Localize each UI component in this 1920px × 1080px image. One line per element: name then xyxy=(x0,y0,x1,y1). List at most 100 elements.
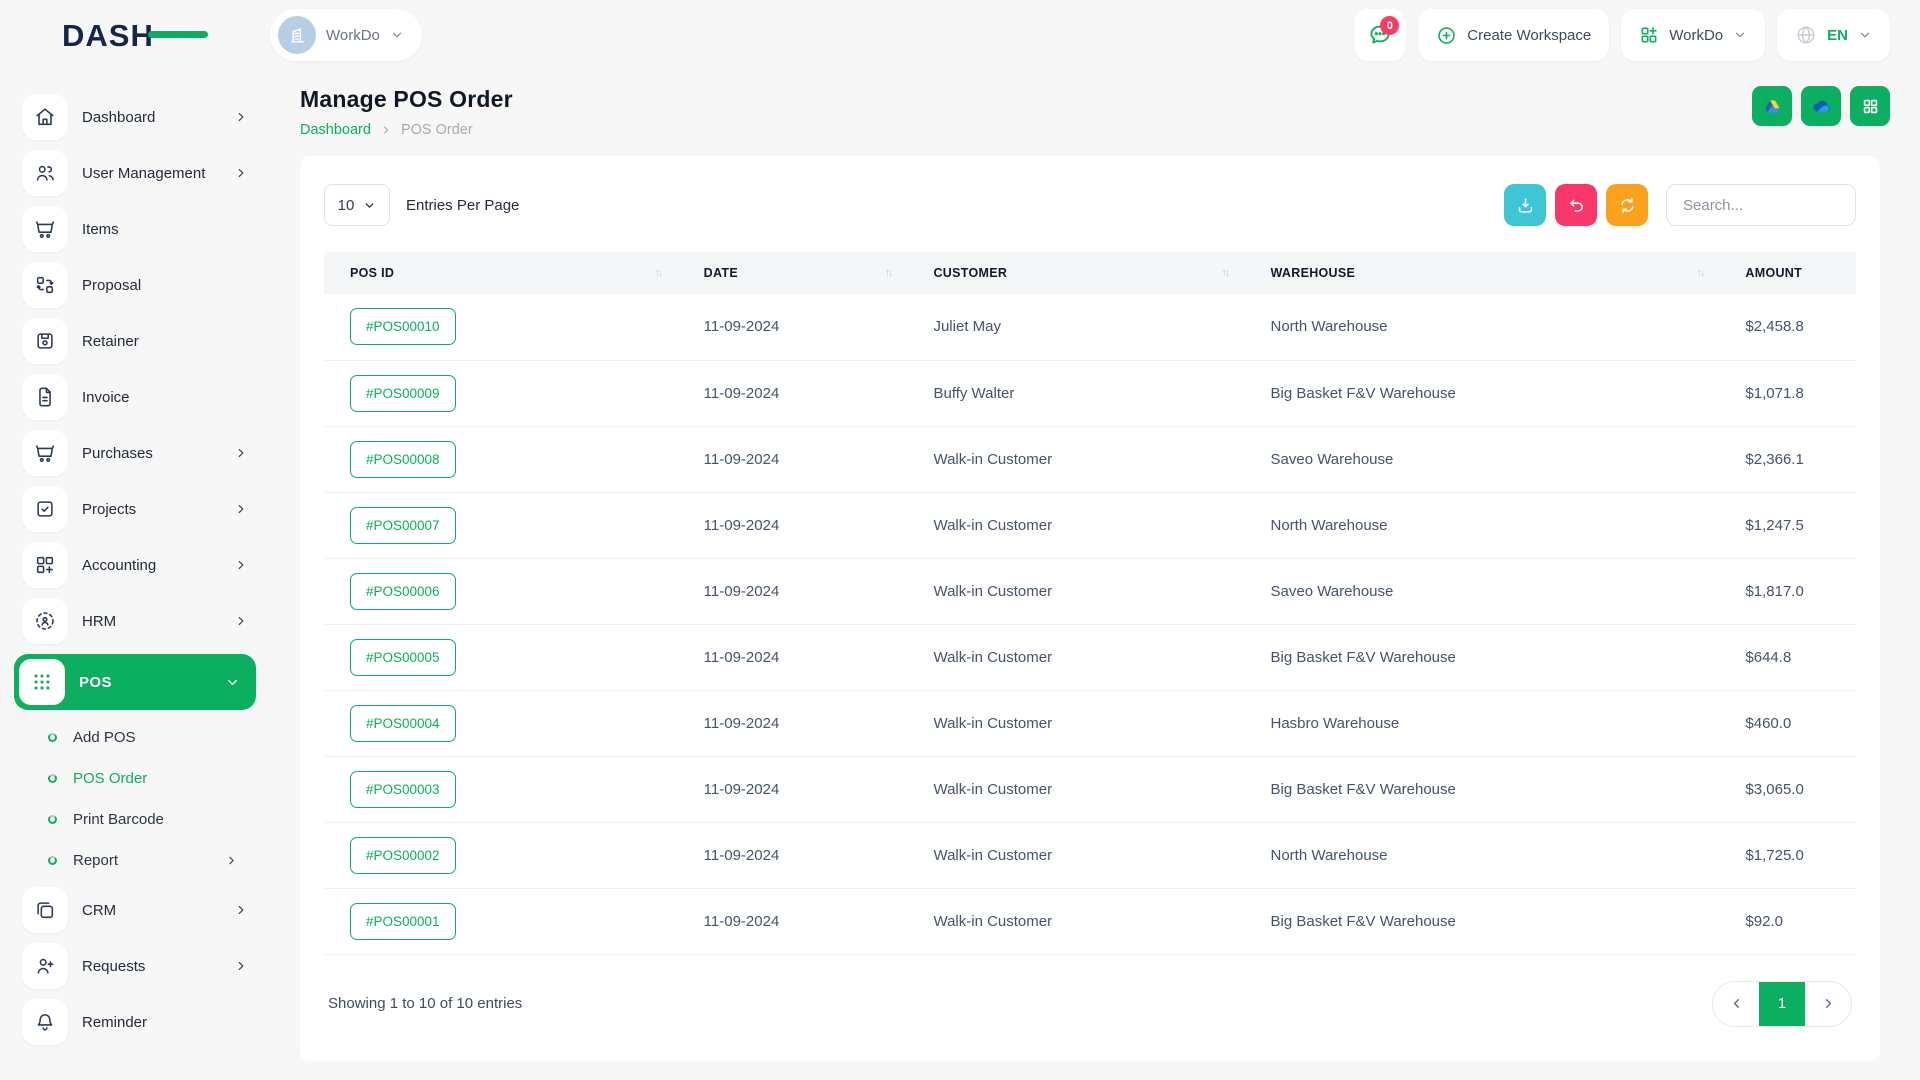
sidebar-item-purchases[interactable]: Purchases xyxy=(22,430,248,476)
pos-id-badge[interactable]: #POS00002 xyxy=(350,837,456,874)
brand-logo-text: DASH xyxy=(62,20,154,51)
google-drive-button[interactable] xyxy=(1752,86,1792,126)
cell-date: 11-09-2024 xyxy=(692,294,922,360)
plus-circle-icon xyxy=(1436,25,1457,46)
pos-id-badge[interactable]: #POS00003 xyxy=(350,771,456,808)
cell-date: 11-09-2024 xyxy=(692,822,922,888)
refresh-icon xyxy=(1618,196,1637,215)
chevron-left-icon xyxy=(1729,996,1744,1011)
undo-icon xyxy=(1567,196,1586,215)
sidebar-item-invoice[interactable]: Invoice xyxy=(22,374,248,420)
sidebar-item-items[interactable]: Items xyxy=(22,206,248,252)
sidebar-item-pos[interactable]: POS xyxy=(14,654,256,710)
pos-id-badge[interactable]: #POS00006 xyxy=(350,573,456,610)
sidebar-item-reminder[interactable]: Reminder xyxy=(22,999,248,1045)
pos-id-badge[interactable]: #POS00005 xyxy=(350,639,456,676)
download-icon xyxy=(1516,196,1535,215)
breadcrumb: Dashboard POS Order xyxy=(300,122,513,138)
sidebar-item-accounting[interactable]: Accounting xyxy=(22,542,248,588)
table-row: #POS00003 11-09-2024 Walk-in Customer Bi… xyxy=(324,756,1856,822)
pagination-next-button[interactable] xyxy=(1805,982,1851,1026)
pagination-prev-button[interactable] xyxy=(1713,982,1759,1026)
cell-customer: Walk-in Customer xyxy=(921,756,1258,822)
check-square-icon xyxy=(22,486,68,532)
showing-entries-text: Showing 1 to 10 of 10 entries xyxy=(328,995,522,1012)
pos-id-badge[interactable]: #POS00009 xyxy=(350,375,456,412)
entries-per-page-label: Entries Per Page xyxy=(406,197,519,214)
sort-icon[interactable]: ↑↓ xyxy=(1696,267,1721,279)
cell-date: 11-09-2024 xyxy=(692,492,922,558)
header-date[interactable]: DATE↑↓ xyxy=(692,252,922,294)
pos-order-card: 10 Entries Per Page xyxy=(300,156,1880,1061)
reset-undo-button[interactable] xyxy=(1555,184,1597,226)
refresh-button[interactable] xyxy=(1606,184,1648,226)
sidebar-item-retainer[interactable]: Retainer xyxy=(22,318,248,364)
sort-icon[interactable]: ↑↓ xyxy=(884,267,909,279)
chat-button[interactable]: 0 xyxy=(1354,9,1406,61)
sidebar-item-hrm[interactable]: HRM xyxy=(22,598,248,644)
workspace-dropdown[interactable]: WorkDo xyxy=(1621,9,1765,61)
cell-customer: Walk-in Customer xyxy=(921,492,1258,558)
pos-id-badge[interactable]: #POS00004 xyxy=(350,705,456,742)
cell-customer: Walk-in Customer xyxy=(921,822,1258,888)
sidebar-item-proposal[interactable]: Proposal xyxy=(22,262,248,308)
sidebar-item-projects[interactable]: Projects xyxy=(22,486,248,532)
export-download-button[interactable] xyxy=(1504,184,1546,226)
page-title: Manage POS Order xyxy=(300,86,513,113)
header-amount[interactable]: AMOUNT xyxy=(1733,252,1856,294)
chevron-right-icon xyxy=(1821,996,1836,1011)
sidebar-item-dashboard[interactable]: Dashboard xyxy=(22,94,248,140)
cell-date: 11-09-2024 xyxy=(692,690,922,756)
pos-order-table: POS ID↑↓ DATE↑↓ CUSTOMER↑↓ WAREHOUSE↑↓ A… xyxy=(324,252,1856,955)
table-row: #POS00002 11-09-2024 Walk-in Customer No… xyxy=(324,822,1856,888)
workspace-selector[interactable]: WorkDo xyxy=(270,9,422,61)
chevron-right-icon xyxy=(234,110,248,124)
pos-id-badge[interactable]: #POS00010 xyxy=(350,308,456,345)
brand-logo[interactable]: DASH xyxy=(0,20,270,51)
cell-amount: $2,458.8 xyxy=(1733,294,1856,360)
file-text-icon xyxy=(22,374,68,420)
sidebar-item-user-management[interactable]: User Management xyxy=(22,150,248,196)
pos-id-badge[interactable]: #POS00008 xyxy=(350,441,456,478)
chevron-down-icon xyxy=(363,199,376,212)
onedrive-icon xyxy=(1810,95,1833,118)
pagination-page-1-button[interactable]: 1 xyxy=(1759,982,1805,1026)
pos-id-badge[interactable]: #POS00001 xyxy=(350,903,456,940)
header-customer[interactable]: CUSTOMER↑↓ xyxy=(921,252,1258,294)
table-row: #POS00009 11-09-2024 Buffy Walter Big Ba… xyxy=(324,360,1856,426)
sidebar-subitem-print-barcode[interactable]: Print Barcode xyxy=(48,802,248,836)
cell-warehouse: Hasbro Warehouse xyxy=(1259,690,1734,756)
cell-warehouse: Saveo Warehouse xyxy=(1259,558,1734,624)
header-pos-id[interactable]: POS ID↑↓ xyxy=(324,252,692,294)
sidebar-item-crm[interactable]: CRM xyxy=(22,887,248,933)
sidebar-subitem-pos-order[interactable]: POS Order xyxy=(48,761,248,795)
onedrive-button[interactable] xyxy=(1801,86,1841,126)
globe-icon xyxy=(1795,24,1817,46)
grid-view-button[interactable] xyxy=(1850,86,1890,126)
pos-id-badge[interactable]: #POS00007 xyxy=(350,507,456,544)
sort-icon[interactable]: ↑↓ xyxy=(1222,267,1247,279)
entries-per-page-select[interactable]: 10 xyxy=(324,184,390,226)
chevron-right-icon xyxy=(225,854,238,867)
language-value: EN xyxy=(1827,27,1848,44)
cell-amount: $92.0 xyxy=(1733,888,1856,954)
sidebar-item-requests[interactable]: Requests xyxy=(22,943,248,989)
sidebar-subitem-report[interactable]: Report xyxy=(48,843,248,877)
users-icon xyxy=(22,150,68,196)
cell-customer: Walk-in Customer xyxy=(921,888,1258,954)
chevron-down-icon xyxy=(1858,28,1872,42)
breadcrumb-dashboard-link[interactable]: Dashboard xyxy=(300,122,371,138)
create-workspace-button[interactable]: Create Workspace xyxy=(1418,9,1609,61)
cell-amount: $1,071.8 xyxy=(1733,360,1856,426)
sort-icon[interactable]: ↑↓ xyxy=(655,267,680,279)
search-input[interactable] xyxy=(1666,184,1856,226)
header-warehouse[interactable]: WAREHOUSE↑↓ xyxy=(1259,252,1734,294)
cell-date: 11-09-2024 xyxy=(692,426,922,492)
cell-amount: $1,725.0 xyxy=(1733,822,1856,888)
home-icon xyxy=(22,94,68,140)
chevron-down-icon xyxy=(225,675,240,690)
main-content: Manage POS Order Dashboard POS Order xyxy=(270,70,1920,1061)
dots-grid-icon xyxy=(19,659,65,705)
sidebar-subitem-add-pos[interactable]: Add POS xyxy=(48,720,248,754)
language-selector[interactable]: EN xyxy=(1777,9,1890,61)
